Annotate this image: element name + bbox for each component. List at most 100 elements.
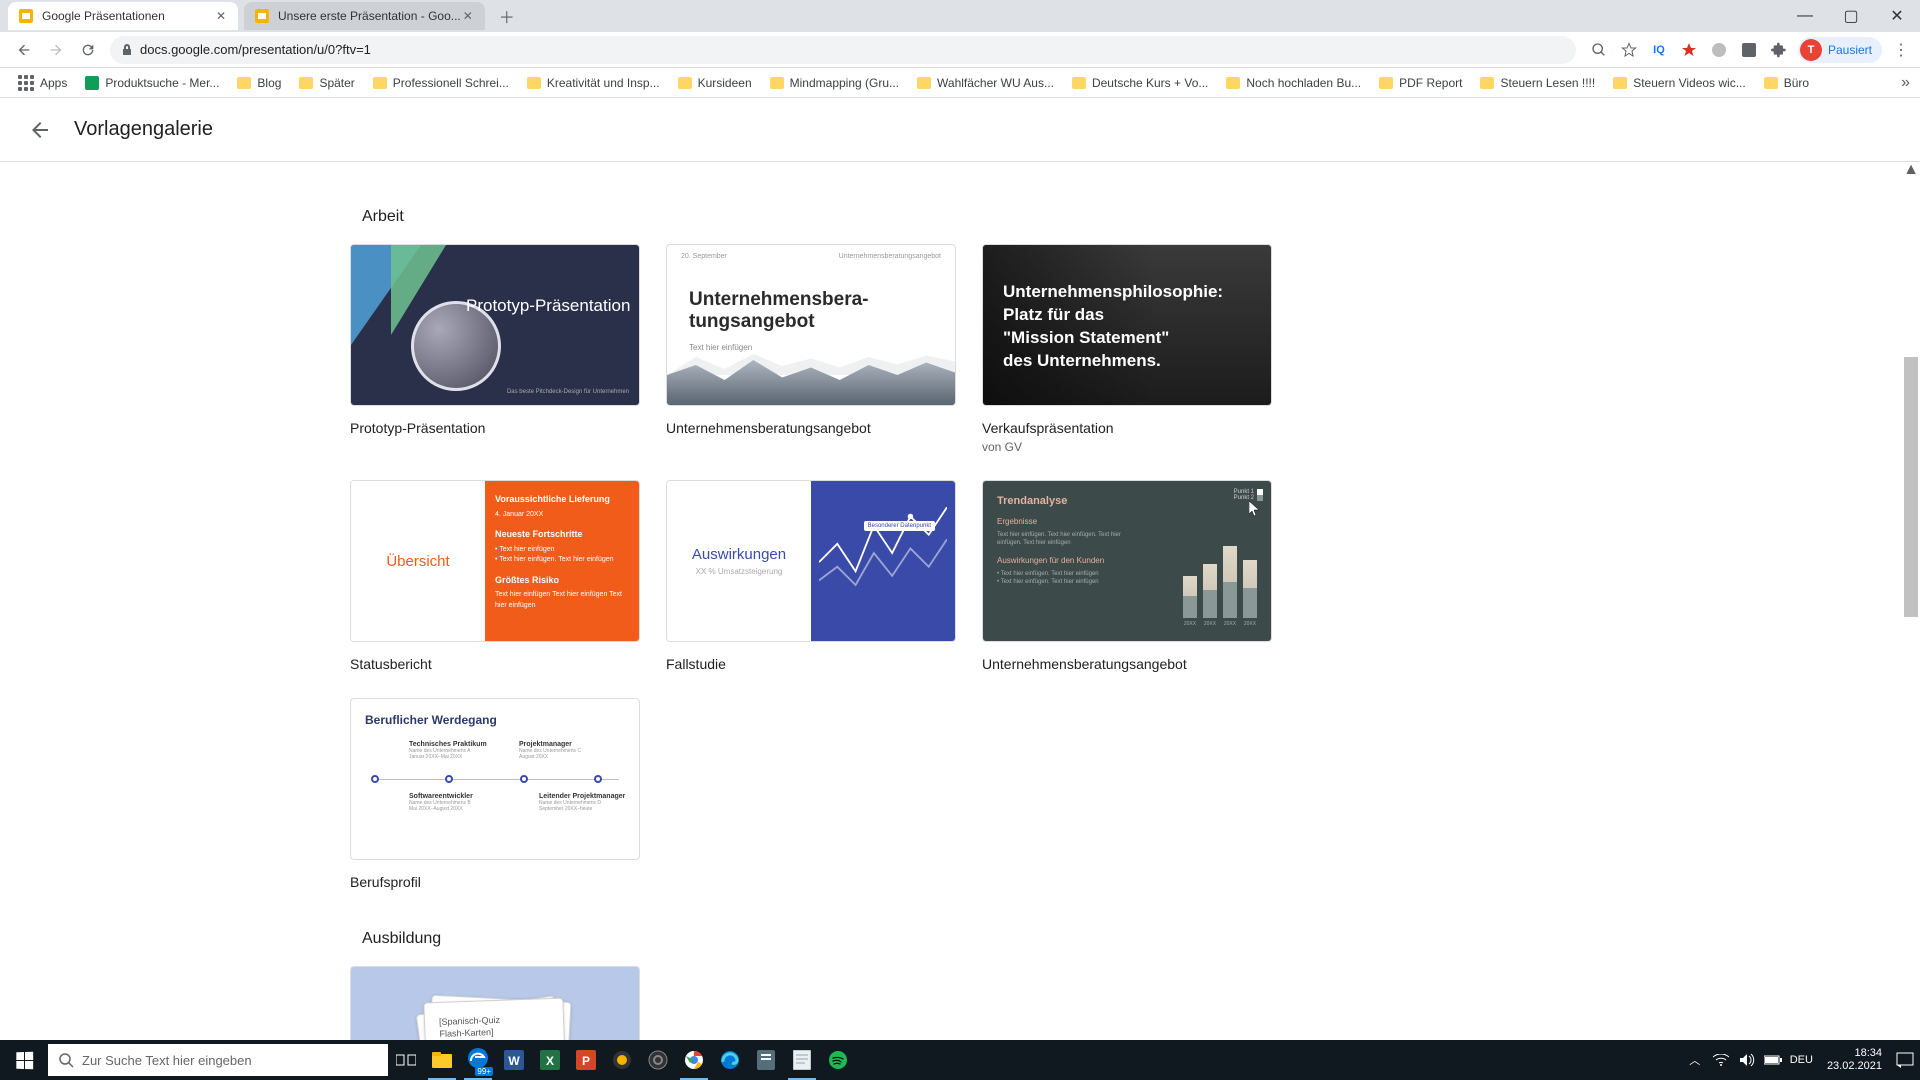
thumb-heading: Auswirkungen	[692, 546, 786, 563]
bookmark-item[interactable]: Deutsche Kurs + Vo...	[1064, 72, 1216, 94]
address-bar[interactable]: docs.google.com/presentation/u/0?ftv=1	[110, 36, 1576, 64]
taskview-icon[interactable]	[388, 1040, 424, 1080]
minimize-button[interactable]: —	[1782, 0, 1828, 32]
spotify-icon[interactable]	[820, 1040, 856, 1080]
folder-icon	[1072, 77, 1086, 89]
folder-icon	[299, 77, 313, 89]
bookmark-item[interactable]: Wahlfächer WU Aus...	[909, 72, 1062, 94]
folder-icon	[770, 77, 784, 89]
chrome-icon[interactable]	[676, 1040, 712, 1080]
app-icon-2[interactable]	[748, 1040, 784, 1080]
template-thumbnail[interactable]: Übersicht Voraussichtliche Lieferung 4. …	[350, 480, 640, 642]
template-thumbnail[interactable]: Beruflicher Werdegang Technisches Prakti…	[350, 698, 640, 860]
maximize-button[interactable]: ▢	[1828, 0, 1874, 32]
bookmark-label: Wahlfächer WU Aus...	[937, 76, 1054, 90]
bookmark-item[interactable]: Kreativität und Insp...	[519, 72, 668, 94]
profile-button[interactable]: T Pausiert	[1798, 37, 1882, 63]
close-button[interactable]: ✕	[1874, 0, 1920, 32]
clock[interactable]: 18:34 23.02.2021	[1827, 1047, 1882, 1073]
bookmark-label: PDF Report	[1399, 76, 1462, 90]
browser-tab-active[interactable]: Google Präsentationen ✕	[8, 2, 238, 30]
template-title: Unternehmensberatungsangebot	[982, 656, 1272, 672]
battery-icon[interactable]	[1764, 1051, 1782, 1069]
app-icon[interactable]	[604, 1040, 640, 1080]
template-thumbnail[interactable]: Unternehmensphilosophie: Platz für das "…	[982, 244, 1272, 406]
language-indicator[interactable]: DEU	[1790, 1054, 1813, 1066]
template-title: Berufsprofil	[350, 874, 640, 890]
bookmark-apps[interactable]: Apps	[10, 71, 75, 95]
extension-icon-2[interactable]	[1678, 39, 1700, 61]
bookmark-item[interactable]: Noch hochladen Bu...	[1218, 72, 1369, 94]
window-controls: — ▢ ✕	[1782, 0, 1920, 32]
bookmark-item[interactable]: Steuern Lesen !!!!	[1472, 72, 1603, 94]
tray-chevron-icon[interactable]: ︿	[1686, 1051, 1704, 1069]
bookmark-label: Professionell Schrei...	[393, 76, 509, 90]
tab-title: Unsere erste Präsentation - Goo...	[278, 9, 461, 23]
word-icon[interactable]: W	[496, 1040, 532, 1080]
bookmark-label: Kreativität und Insp...	[547, 76, 660, 90]
extension-icon-3[interactable]	[1708, 39, 1730, 61]
bookmark-label: Apps	[40, 76, 67, 90]
obs-icon[interactable]	[640, 1040, 676, 1080]
back-button[interactable]	[10, 36, 38, 64]
browser-tab-inactive[interactable]: Unsere erste Präsentation - Goo... ✕	[244, 2, 485, 30]
extension-icon-1[interactable]: IQ	[1648, 39, 1670, 61]
bookmark-label: Kursideen	[698, 76, 752, 90]
star-icon[interactable]	[1618, 39, 1640, 61]
scrollbar-thumb[interactable]	[1904, 357, 1918, 617]
lock-icon	[120, 43, 134, 57]
url-text: docs.google.com/presentation/u/0?ftv=1	[140, 42, 371, 57]
kebab-menu-icon[interactable]: ⋮	[1890, 39, 1912, 61]
thumb-title: Trendanalyse	[997, 495, 1257, 507]
notepad-icon[interactable]	[784, 1040, 820, 1080]
reload-button[interactable]	[74, 36, 102, 64]
template-thumbnail[interactable]: Auswirkungen XX % Umsatzsteigerung Beson…	[666, 480, 956, 642]
notifications-icon[interactable]	[1896, 1051, 1914, 1069]
new-tab-button[interactable]: ＋	[495, 4, 519, 28]
edge-legacy-icon[interactable]: 99+	[460, 1040, 496, 1080]
browser-tabstrip: Google Präsentationen ✕ Unsere erste Prä…	[0, 0, 1920, 32]
template-thumbnail[interactable]: 20. SeptemberUnternehmensberatungsangebo…	[666, 244, 956, 406]
powerpoint-icon[interactable]: P	[568, 1040, 604, 1080]
bookmark-item[interactable]: Produktsuche - Mer...	[77, 72, 227, 94]
volume-icon[interactable]	[1738, 1051, 1756, 1069]
bookmark-item[interactable]: Steuern Videos wic...	[1605, 72, 1754, 94]
bookmark-item[interactable]: PDF Report	[1371, 72, 1470, 94]
zoom-icon[interactable]	[1588, 39, 1610, 61]
bookmark-item[interactable]: Später	[291, 72, 362, 94]
gallery-back-button[interactable]	[20, 110, 60, 150]
excel-icon[interactable]: X	[532, 1040, 568, 1080]
bookmark-item[interactable]: Büro	[1756, 72, 1817, 94]
site-icon	[85, 76, 99, 90]
bookmark-overflow-button[interactable]: »	[1901, 74, 1910, 92]
explorer-icon[interactable]	[424, 1040, 460, 1080]
close-icon[interactable]: ✕	[214, 9, 228, 23]
badge: 99+	[475, 1067, 493, 1076]
thumb-tag: Besonderer Datenpunkt	[864, 521, 935, 531]
search-placeholder: Zur Suche Text hier eingeben	[82, 1053, 252, 1068]
scrollbar[interactable]: ▲	[1904, 163, 1918, 1040]
time: 18:34	[1827, 1047, 1882, 1060]
extension-icon-4[interactable]	[1738, 39, 1760, 61]
template-thumbnail[interactable]: Trendanalyse Punkt 1Punkt 2 Ergebnisse T…	[982, 480, 1272, 642]
wifi-icon[interactable]	[1712, 1051, 1730, 1069]
extensions-icon[interactable]	[1768, 39, 1790, 61]
taskbar-search[interactable]: Zur Suche Text hier eingeben	[48, 1044, 388, 1076]
bookmark-item[interactable]: Mindmapping (Gru...	[762, 72, 907, 94]
bookmark-label: Mindmapping (Gru...	[790, 76, 899, 90]
bookmark-item[interactable]: Blog	[229, 72, 289, 94]
template-thumbnail[interactable]: Prototyp-Präsentation Das beste Pitchdec…	[350, 244, 640, 406]
bookmark-label: Produktsuche - Mer...	[105, 76, 219, 90]
thumb-date: 4. Januar 20XX	[495, 511, 543, 518]
svg-text:W: W	[508, 1054, 520, 1068]
scroll-up-button[interactable]: ▲	[1904, 163, 1918, 177]
close-icon[interactable]: ✕	[461, 9, 475, 23]
template-thumbnail[interactable]: [Spanisch-Quiz Flash-Karten]Vorlagen-Anl…	[350, 966, 640, 1040]
forward-button[interactable]	[42, 36, 70, 64]
folder-icon	[1613, 77, 1627, 89]
edge-icon[interactable]	[712, 1040, 748, 1080]
bookmark-item[interactable]: Kursideen	[670, 72, 760, 94]
thumb-text: Unternehmensbera- tungsangebot	[689, 289, 869, 333]
bookmark-item[interactable]: Professionell Schrei...	[365, 72, 517, 94]
start-button[interactable]	[0, 1040, 48, 1080]
